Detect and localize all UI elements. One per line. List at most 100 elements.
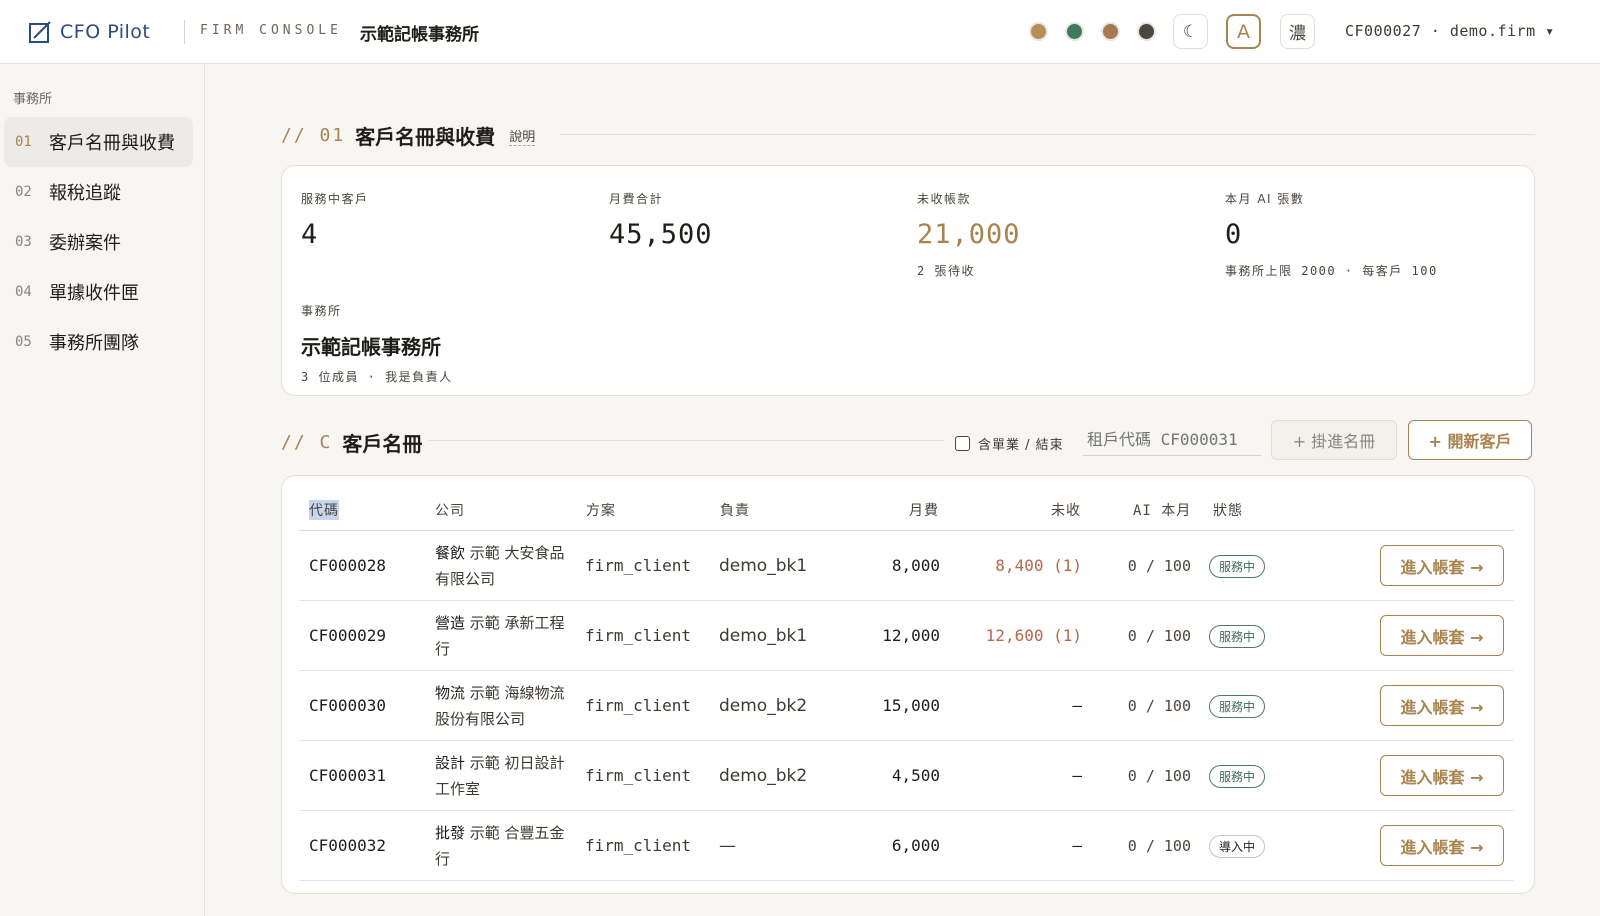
attach-to-roster-button[interactable]: + 掛進名冊	[1271, 420, 1397, 460]
include-closed-filter[interactable]: 含單業 / 結束	[955, 434, 1064, 453]
sidebar-item-cases[interactable]: 03 委辦案件	[4, 217, 193, 267]
stat-value: 4	[301, 219, 319, 250]
include-closed-label: 含單業 / 結束	[978, 438, 1064, 453]
theme-swatch-brown[interactable]	[1101, 22, 1120, 41]
company-name: 餐飲 示範 大安食品有限公司	[435, 531, 569, 600]
sidebar-item-team[interactable]: 05 事務所團隊	[4, 317, 193, 367]
console-label: FIRM CONSOLE	[200, 23, 342, 38]
sidebar-heading: 事務所	[13, 92, 53, 107]
industry-tag: 餐飲	[435, 543, 466, 562]
ai-usage: 0 / 100	[1127, 766, 1191, 785]
client-code: CF000029	[309, 626, 387, 645]
company-name: 批發 示範 合豐五金行	[435, 811, 569, 880]
stat-label: 月費合計	[609, 192, 664, 206]
industry-tag: 營造	[435, 613, 466, 632]
ai-usage: 0 / 100	[1127, 836, 1191, 855]
col-header-fee[interactable]: 月費	[909, 500, 939, 520]
sidebar-item-inbox[interactable]: 04 單據收件匣	[4, 267, 193, 317]
stat-sub: 2 張待收	[917, 264, 975, 278]
col-header-owner[interactable]: 負責	[720, 500, 750, 520]
col-header-status[interactable]: 狀態	[1213, 500, 1243, 520]
table-row[interactable]: CF000032 批發 示範 合豐五金行 firm_client — 6,000…	[299, 811, 1514, 881]
nav-label: 客戶名冊與收費	[49, 133, 175, 154]
industry-tag: 批發	[435, 823, 466, 842]
status-badge: 服務中	[1209, 695, 1266, 718]
sidebar: 事務所 01 客戶名冊與收費 02 報稅追蹤 03 委辦案件 04 單據收件匣 …	[0, 64, 205, 916]
enter-ledger-button[interactable]: 進入帳套 →	[1380, 685, 1504, 726]
plan: firm_client	[585, 626, 691, 645]
table-row[interactable]: CF000029 營造 示範 承新工程行 firm_client demo_bk…	[299, 601, 1514, 671]
firm-name: 示範記帳事務所	[301, 335, 441, 359]
dark-mode-toggle[interactable]: ☾	[1173, 14, 1208, 49]
nav-label: 報稅追蹤	[49, 183, 121, 204]
ai-usage: 0 / 100	[1127, 626, 1191, 645]
status-badge: 服務中	[1209, 765, 1266, 788]
logo-mark-icon	[29, 21, 51, 43]
section-title: 客戶名冊與收費	[355, 125, 496, 149]
monthly-fee: 12,000	[882, 626, 940, 645]
stat-sub: 事務所上限 2000 · 每客戶 100	[1225, 264, 1438, 278]
ai-usage: 0 / 100	[1127, 696, 1191, 715]
theme-swatch-gold[interactable]	[1029, 22, 1048, 41]
nav-number: 01	[15, 134, 32, 150]
client-code: CF000031	[309, 766, 387, 785]
section-rule	[428, 440, 944, 441]
stat-value: 45,500	[609, 219, 713, 250]
company-name: 營造 示範 承新工程行	[435, 601, 569, 670]
firm-title: 示範記帳事務所	[360, 25, 479, 45]
nav-number: 03	[15, 234, 32, 250]
ai-usage: 0 / 100	[1127, 556, 1191, 575]
plan: firm_client	[585, 836, 691, 855]
section-prefix: // C	[281, 432, 333, 453]
top-bar: CFO Pilot FIRM CONSOLE 示範記帳事務所 ☾ A 濃 CF0…	[0, 0, 1600, 64]
receivable: 12,600 (1)	[985, 626, 1082, 645]
table-row[interactable]: CF000031 設計 示範 初日設計工作室 firm_client demo_…	[299, 741, 1514, 811]
stat-label: 未收帳款	[917, 192, 972, 206]
owner: demo_bk2	[719, 765, 808, 786]
enter-ledger-button[interactable]: 進入帳套 →	[1380, 825, 1504, 866]
stat-value: 21,000	[917, 219, 1021, 250]
enter-ledger-button[interactable]: 進入帳套 →	[1380, 755, 1504, 796]
section-prefix: // 01	[281, 125, 346, 146]
theme-swatch-green[interactable]	[1065, 22, 1084, 41]
roster-header: // C 客戶名冊	[281, 428, 422, 457]
help-link[interactable]: 說明	[509, 126, 536, 146]
nav-label: 事務所團隊	[49, 333, 139, 354]
enter-ledger-button[interactable]: 進入帳套 →	[1380, 615, 1504, 656]
industry-tag: 設計	[435, 753, 466, 772]
plan: firm_client	[585, 766, 691, 785]
tenant-code-input[interactable]	[1083, 424, 1261, 456]
owner: —	[719, 835, 736, 856]
section-rule	[560, 134, 1535, 135]
nav-number: 05	[15, 334, 32, 350]
col-header-ai[interactable]: AI 本月	[1133, 500, 1191, 520]
include-closed-checkbox[interactable]	[955, 436, 970, 451]
receivable: —	[1072, 766, 1082, 785]
divider	[184, 20, 185, 44]
table-row[interactable]: CF000028 餐飲 示範 大安食品有限公司 firm_client demo…	[299, 531, 1514, 601]
tenant-menu[interactable]: CF000027 · demo.firm ▾	[1345, 22, 1555, 40]
client-code: CF000030	[309, 696, 387, 715]
col-header-company[interactable]: 公司	[435, 500, 465, 520]
sidebar-item-tax-tracking[interactable]: 02 報稅追蹤	[4, 167, 193, 217]
stat-monthly-fees: 月費合計 45,500	[609, 190, 713, 250]
nav-number: 02	[15, 184, 32, 200]
stat-receivables: 未收帳款 21,000 2 張待收	[917, 190, 1021, 279]
company-name: 設計 示範 初日設計工作室	[435, 741, 569, 810]
nav-label: 委辦案件	[49, 233, 121, 254]
receivable: —	[1072, 696, 1082, 715]
overview-header: // 01 客戶名冊與收費 說明	[281, 121, 536, 150]
col-header-plan[interactable]: 方案	[586, 500, 616, 520]
density-toggle[interactable]: 濃	[1280, 14, 1315, 49]
enter-ledger-button[interactable]: 進入帳套 →	[1380, 545, 1504, 586]
table-row[interactable]: CF000030 物流 示範 海線物流股份有限公司 firm_client de…	[299, 671, 1514, 741]
font-size-toggle[interactable]: A	[1226, 14, 1261, 49]
theme-swatch-dark[interactable]	[1137, 22, 1156, 41]
col-header-receivable[interactable]: 未收	[1051, 500, 1081, 520]
owner: demo_bk2	[719, 695, 808, 716]
brand-logo[interactable]: CFO Pilot	[28, 19, 150, 45]
col-header-code[interactable]: 代碼	[309, 500, 339, 520]
new-client-button[interactable]: + 開新客戶	[1408, 420, 1532, 460]
stat-label: 本月 AI 張數	[1225, 192, 1305, 206]
sidebar-item-client-roster[interactable]: 01 客戶名冊與收費	[4, 117, 193, 167]
